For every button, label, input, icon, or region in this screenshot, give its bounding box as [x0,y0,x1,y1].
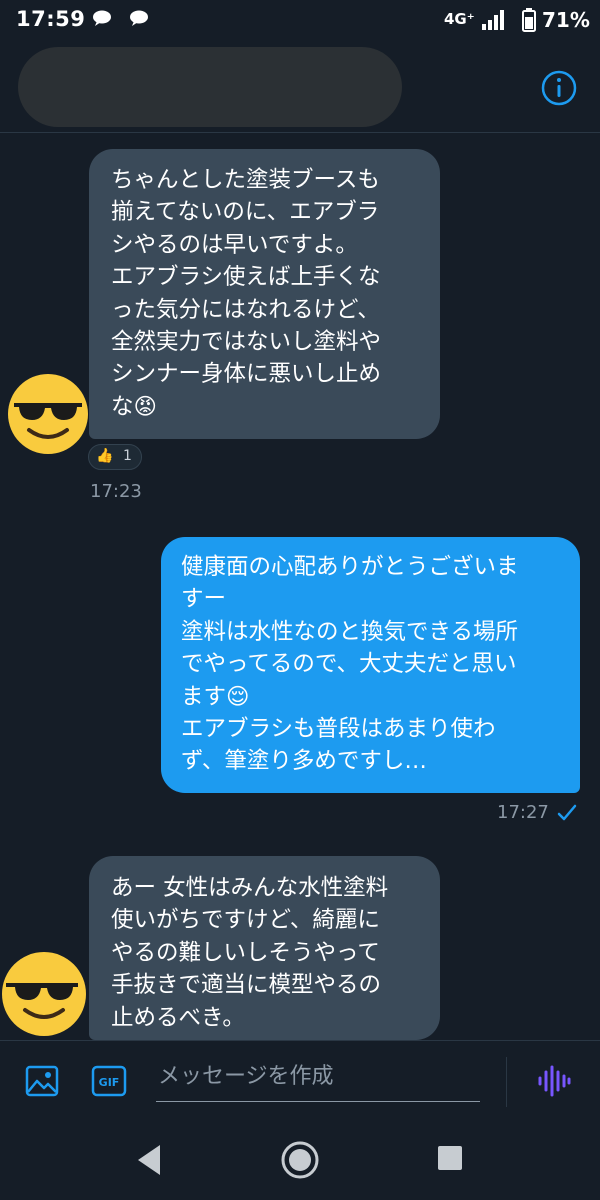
back-icon[interactable] [134,1142,164,1178]
recents-icon[interactable] [437,1145,463,1171]
reaction-count: 1 [123,448,132,464]
message-timestamp: 17:27 [497,802,549,823]
contact-name-redacted[interactable] [18,47,402,127]
incoming-message[interactable]: あー 女性はみんな水性塗料 使いがちですけど、綺麗に やるの難しいしそうやって … [89,856,440,1040]
incoming-message[interactable]: ちゃんとした塗装ブースも 揃えてないのに、エアブラ シやるのは早いですよ。 エア… [89,149,440,439]
gif-icon[interactable]: GIF [91,1063,127,1099]
conversation-header [0,42,600,133]
voice-message-icon[interactable] [536,1063,572,1099]
network-type: 4G⁺ [444,10,475,28]
info-icon[interactable] [540,69,578,107]
chat-notification-icon [130,10,148,26]
signal-icon [482,10,504,30]
reaction-chip[interactable]: 👍 1 [88,444,142,470]
battery-icon [522,8,536,32]
sender-avatar-sunglasses-emoji[interactable] [4,370,92,458]
chat-notification-icon [93,10,111,26]
message-input[interactable] [156,1051,480,1102]
status-time: 17:59 [16,7,86,31]
read-check-icon [557,804,577,821]
image-icon[interactable] [24,1063,60,1099]
gif-label: GIF [99,1076,120,1089]
outgoing-message[interactable]: 健康面の心配ありがとうございま すー 塗料は水性なのと換気できる場所 でやってる… [161,537,580,793]
status-bar: 17:59 4G⁺ 71% [0,0,600,42]
thumbs-up-reaction-icon: 👍 [96,448,114,464]
home-icon[interactable] [280,1140,320,1180]
sender-avatar-sunglasses-emoji[interactable] [0,950,86,1038]
composer-divider [506,1057,507,1107]
battery-percent: 71% [542,8,590,32]
message-timestamp: 17:23 [90,481,142,502]
dm-conversation-screen: 17:59 4G⁺ 71% ちゃんとした塗装ブースも 揃えてないのに、エアブラ … [0,0,600,1200]
message-composer: GIF [0,1040,600,1121]
system-nav-bar [0,1120,600,1200]
